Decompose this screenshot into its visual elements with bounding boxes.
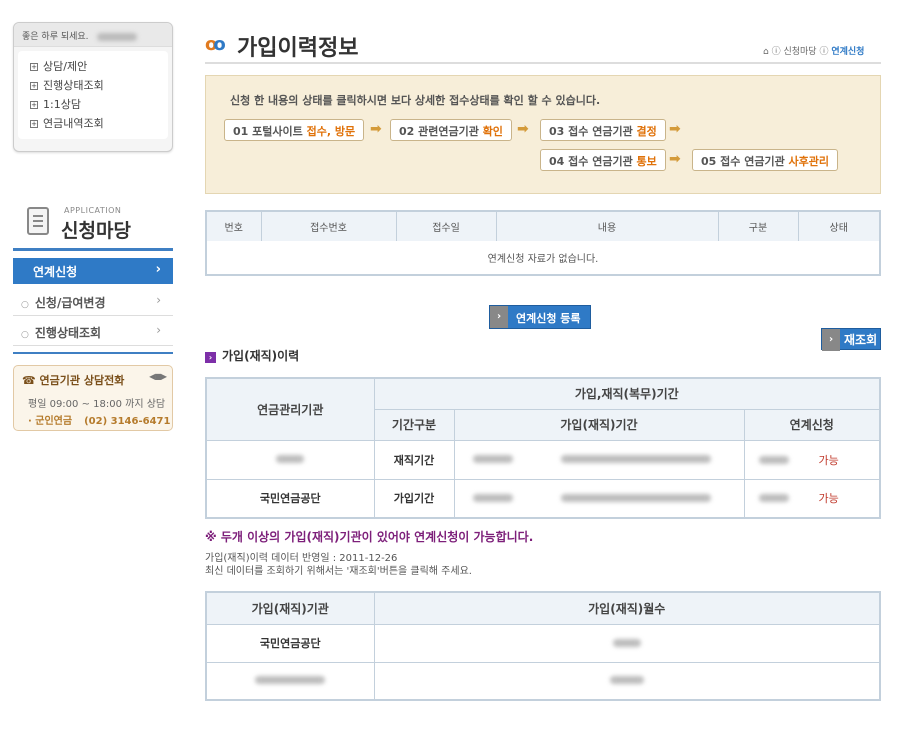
divider bbox=[205, 62, 881, 64]
bullet-icon: ○ bbox=[21, 300, 29, 310]
link-status[interactable]: 가능 bbox=[819, 454, 839, 467]
link-status[interactable]: 가능 bbox=[819, 492, 839, 505]
page-title: 가입이력정보 bbox=[237, 36, 359, 61]
sidebar-item-progress[interactable]: ○ 진행상태조회 › bbox=[13, 316, 173, 346]
phone-line: · 군인연금 (02) 3146-6471 bbox=[28, 416, 171, 427]
bullet-icon: + bbox=[30, 101, 38, 109]
square-bullet-icon: › bbox=[205, 352, 216, 363]
chevron-right-icon: › bbox=[156, 293, 161, 307]
col-header: 구분 bbox=[718, 211, 799, 241]
user-menu-item[interactable]: + 연금내역조회 bbox=[30, 114, 156, 133]
table-header-row: 번호 접수번호 접수일 내용 구분 상태 bbox=[206, 211, 880, 241]
user-menu-item[interactable]: +1:1상담 bbox=[30, 95, 156, 114]
arrow-right-icon: ➡ bbox=[370, 121, 382, 137]
process-step-5[interactable]: 05 접수 연금기관 사후관리 bbox=[692, 149, 839, 171]
reload-note: 최신 데이터를 조회하기 위해서는 '재조회'버튼을 클릭해 주세요. bbox=[205, 566, 472, 577]
months-table: 가입(재직)기관 가입(재직)월수 국민연금공단 bbox=[205, 591, 881, 701]
application-table: 번호 접수번호 접수일 내용 구분 상태 연계신청 자료가 없습니다. bbox=[205, 210, 881, 276]
chevron-right-icon: › bbox=[155, 262, 161, 277]
range-cell bbox=[453, 439, 745, 480]
arrow-right-icon: ➡ bbox=[669, 151, 681, 167]
phone-title: ☎ 연금기관 상담전화 bbox=[22, 374, 125, 387]
divider bbox=[13, 352, 173, 354]
table-row bbox=[205, 661, 881, 701]
sidebar-item-link-apply[interactable]: 연계신청 › bbox=[13, 258, 173, 284]
col-header: 접수번호 bbox=[261, 211, 397, 241]
chevron-right-icon: › bbox=[490, 306, 508, 328]
divider bbox=[13, 248, 173, 251]
pager-controls[interactable]: ◀■▶ bbox=[149, 372, 167, 381]
type-cell: 가입기간 bbox=[373, 478, 455, 519]
arrow-right-icon: ➡ bbox=[669, 121, 681, 137]
phone-hours: 평일 09:00 ~ 18:00 까지 상담 bbox=[28, 399, 166, 410]
col-header: 내용 bbox=[496, 211, 719, 241]
col-header: 연계신청 bbox=[743, 408, 881, 441]
org-cell: 국민연금공단 bbox=[205, 623, 375, 663]
process-step-2[interactable]: 02 관련연금기관 확인 bbox=[390, 119, 512, 141]
history-table: 연금관리기관 가입,재직(복무)기간 기간구분 가입(재직)기간 연계신청 재직… bbox=[205, 377, 881, 519]
chevron-right-icon: › bbox=[822, 329, 840, 351]
col-header: 가입(재직)월수 bbox=[373, 591, 881, 625]
months-cell bbox=[373, 661, 881, 701]
breadcrumb: ⌂ ⓘ 신청마당 ⓘ 연계신청 bbox=[763, 47, 865, 57]
section-heading: › 가입(재직)이력 bbox=[205, 347, 299, 364]
link-cell: 가능 bbox=[743, 478, 881, 519]
table-row: 연계신청 자료가 없습니다. bbox=[206, 241, 880, 275]
bullet-icon: + bbox=[30, 120, 38, 128]
process-step-4[interactable]: 04 접수 연금기관 통보 bbox=[540, 149, 666, 171]
bullet-icon: ○ bbox=[21, 330, 29, 340]
col-header: 가입,재직(복무)기간 bbox=[373, 377, 881, 410]
reload-button[interactable]: › 재조회 bbox=[821, 328, 881, 351]
table-header-row: 가입(재직)기관 가입(재직)월수 bbox=[205, 591, 881, 625]
bullet-icon: + bbox=[30, 63, 38, 71]
table-header-row: 연금관리기관 가입,재직(복무)기간 bbox=[205, 377, 881, 441]
process-step-1[interactable]: 01 포털사이트 접수, 방문 bbox=[224, 119, 365, 141]
arrow-right-icon: ➡ bbox=[517, 121, 529, 137]
col-header: 상태 bbox=[798, 211, 880, 241]
col-header: 접수일 bbox=[396, 211, 497, 241]
breadcrumb-current: 연계신청 bbox=[831, 47, 865, 57]
user-menu: + 상담/제안 + 진행상태조회 +1:1상담 + 연금내역조회 bbox=[18, 51, 168, 139]
table-row: 재직기간 가능 bbox=[205, 439, 881, 480]
col-header: 가입(재직)기간 bbox=[453, 408, 745, 441]
section-eng-label: APPLICATION bbox=[64, 206, 122, 215]
months-cell bbox=[373, 623, 881, 663]
empty-message: 연계신청 자료가 없습니다. bbox=[487, 254, 599, 265]
col-header: 가입(재직)기관 bbox=[205, 591, 375, 625]
breadcrumb-item[interactable]: 신청마당 bbox=[783, 47, 816, 57]
range-cell bbox=[453, 478, 745, 519]
chevron-right-icon: › bbox=[156, 323, 161, 337]
col-header: 기간구분 bbox=[373, 408, 455, 441]
user-box: 좋은 하루 되세요. + 상담/제안 + 진행상태조회 +1:1상담 + 연금내역조회 bbox=[13, 22, 173, 152]
phone-info-box: ☎ 연금기관 상담전화 ◀■▶ 평일 09:00 ~ 18:00 까지 상담 ·… bbox=[13, 365, 173, 431]
org-cell bbox=[205, 439, 375, 480]
phone-icon: ☎ bbox=[22, 374, 40, 387]
register-button[interactable]: › 연계신청 등록 bbox=[489, 305, 591, 329]
table-row: 국민연금공단 bbox=[205, 623, 881, 663]
process-box: 신청 한 내용의 상태를 클릭하시면 보다 상세한 접수상태를 확인 할 수 있… bbox=[205, 75, 881, 194]
user-menu-item[interactable]: + 진행상태조회 bbox=[30, 76, 156, 95]
greeting: 좋은 하루 되세요. bbox=[14, 23, 172, 47]
process-step-3[interactable]: 03 접수 연금기관 결정 bbox=[540, 119, 666, 141]
home-icon[interactable]: ⌂ bbox=[763, 47, 769, 57]
col-header: 번호 bbox=[206, 211, 262, 241]
org-cell bbox=[205, 661, 375, 701]
org-cell: 국민연금공단 bbox=[205, 478, 375, 519]
notice-text: ※ 두개 이상의 가입(재직)기관이 있어야 연계신청이 가능합니다. bbox=[205, 530, 534, 544]
table-row: 국민연금공단 가입기간 가능 bbox=[205, 478, 881, 519]
process-info: 신청 한 내용의 상태를 클릭하시면 보다 상세한 접수상태를 확인 할 수 있… bbox=[230, 94, 601, 107]
sidebar-item-benefit-change[interactable]: ○ 신청/급여변경 › bbox=[13, 286, 173, 316]
user-menu-item[interactable]: + 상담/제안 bbox=[30, 57, 156, 76]
infinity-icon: oo bbox=[205, 34, 226, 55]
link-cell: 가능 bbox=[743, 439, 881, 480]
bullet-icon: + bbox=[30, 82, 38, 90]
section-title: 신청마당 bbox=[61, 220, 131, 242]
application-icon bbox=[27, 207, 49, 235]
col-header: 연금관리기관 bbox=[205, 377, 375, 441]
type-cell: 재직기간 bbox=[373, 439, 455, 480]
